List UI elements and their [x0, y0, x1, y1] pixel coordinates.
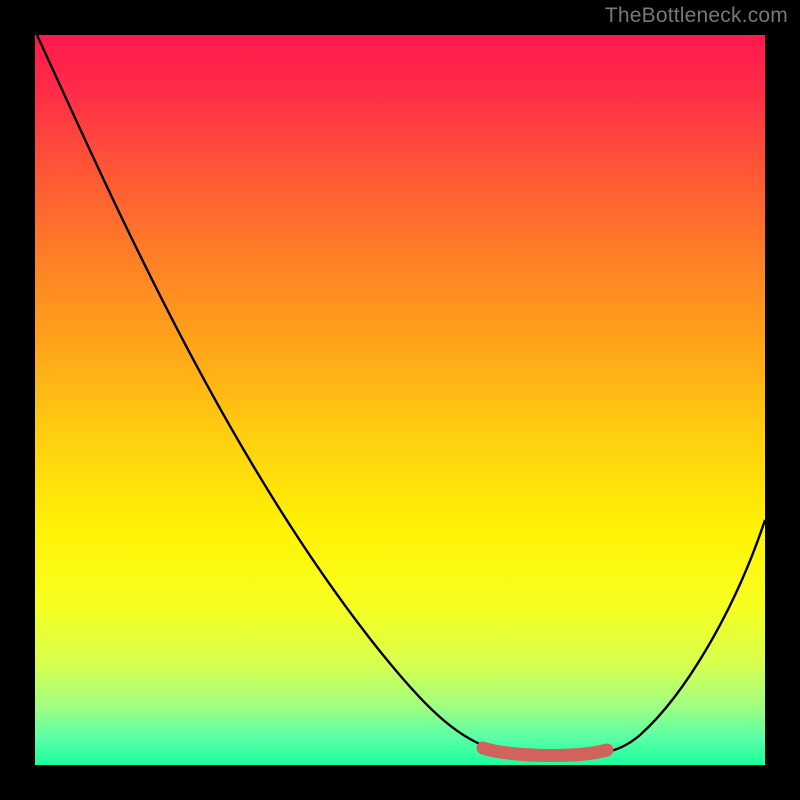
- curve-layer: [35, 35, 765, 765]
- optimum-marker: [483, 748, 607, 756]
- chart-frame: TheBottleneck.com: [0, 0, 800, 800]
- watermark-text: TheBottleneck.com: [605, 4, 788, 28]
- plot-area: [35, 35, 765, 765]
- bottleneck-curve: [37, 35, 765, 753]
